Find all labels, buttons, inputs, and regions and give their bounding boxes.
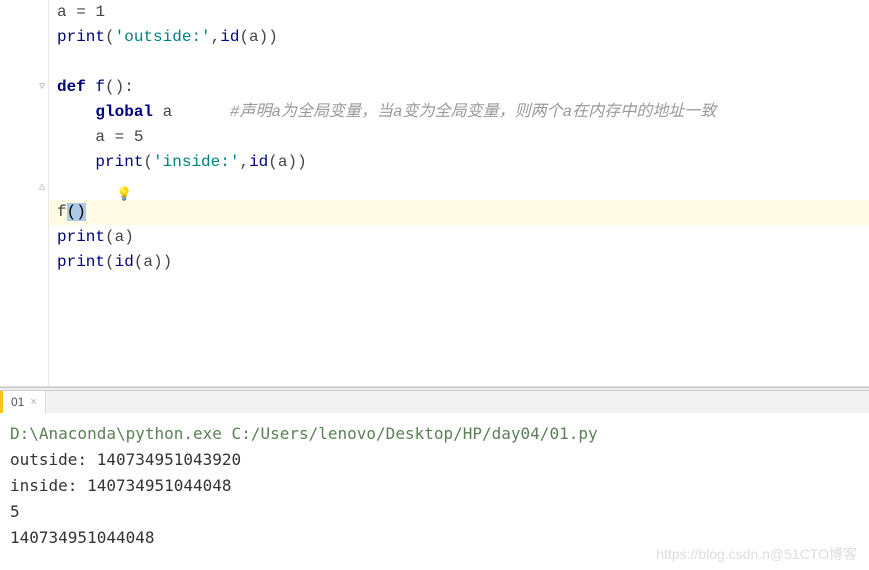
code-line[interactable]: [49, 175, 869, 200]
code-line[interactable]: [49, 50, 869, 75]
fold-marker-icon[interactable]: ▽: [36, 81, 48, 93]
code-line[interactable]: a = 5: [49, 125, 869, 150]
code-line[interactable]: f()💡: [49, 200, 869, 225]
code-line[interactable]: a = 1: [49, 0, 869, 25]
code-panel[interactable]: a = 1print('outside:',id(a)) def f(): glo…: [49, 0, 869, 386]
console-output[interactable]: D:\Anaconda\python.exe C:/Users/lenovo/D…: [0, 413, 869, 559]
close-icon[interactable]: ×: [30, 391, 36, 413]
code-line[interactable]: print(a): [49, 225, 869, 250]
watermark: https://blog.csdn.n@51CTO博客: [656, 544, 857, 564]
tab-label: 01: [11, 391, 24, 413]
gutter: ▽△: [0, 0, 49, 386]
code-line[interactable]: print('inside:',id(a)): [49, 150, 869, 175]
code-line[interactable]: print(id(a)): [49, 250, 869, 275]
code-line[interactable]: def f():: [49, 75, 869, 100]
code-editor[interactable]: ▽△ a = 1print('outside:',id(a))def f(): …: [0, 0, 869, 387]
console-tab[interactable]: 01 ×: [0, 391, 46, 413]
code-line[interactable]: print('outside:',id(a)): [49, 25, 869, 50]
code-line[interactable]: global a #声明a为全局变量，当a变为全局变量，则两个a在内存中的地址一…: [49, 100, 869, 125]
console-command: D:\Anaconda\python.exe C:/Users/lenovo/D…: [10, 421, 859, 447]
lightbulb-icon[interactable]: 💡: [116, 182, 132, 207]
console-line: 5: [10, 499, 859, 525]
fold-marker-icon[interactable]: △: [36, 181, 48, 193]
console-line: inside: 140734951044048: [10, 473, 859, 499]
console-tab-bar: 01 ×: [0, 391, 869, 413]
console-line: outside: 140734951043920: [10, 447, 859, 473]
